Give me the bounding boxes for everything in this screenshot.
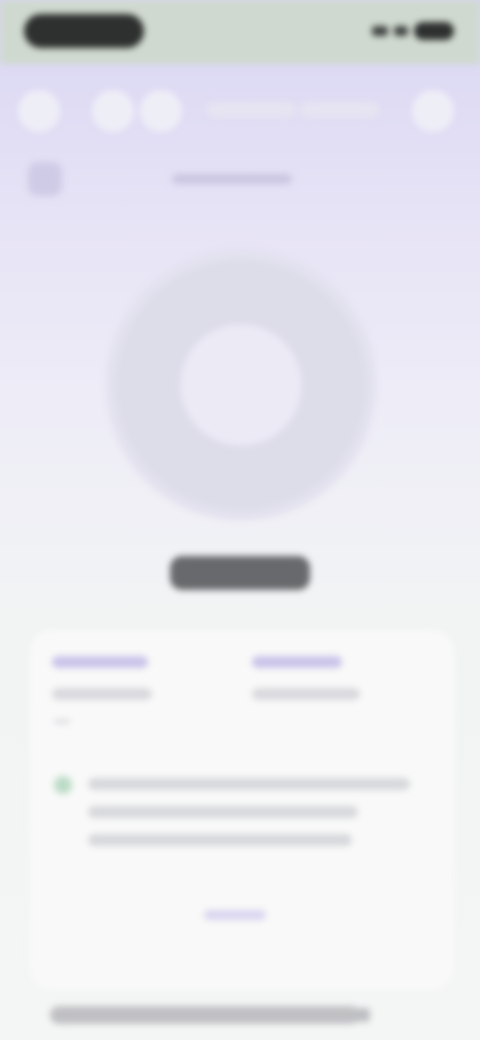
battery-icon (414, 22, 454, 40)
chevron-right-icon (356, 1008, 370, 1022)
status-time-pill (24, 14, 144, 48)
left-stat-label (52, 656, 148, 668)
chevron-left-icon[interactable] (28, 162, 62, 196)
right-stat-value (252, 688, 360, 700)
info-dot-icon (54, 776, 72, 794)
top-control-3[interactable] (140, 90, 182, 132)
top-controls-row (0, 80, 480, 144)
right-stat-label (252, 656, 342, 668)
top-control-4[interactable] (412, 90, 454, 132)
description-line-1 (88, 778, 410, 790)
status-icons (368, 20, 454, 42)
description-line-3 (88, 834, 352, 846)
info-card (30, 630, 454, 990)
description-line-2 (88, 806, 358, 818)
wifi-icon (394, 26, 408, 36)
status-label (170, 556, 310, 590)
left-stat-dash (54, 720, 70, 723)
left-stat-value (52, 688, 152, 700)
page-title (172, 174, 292, 184)
top-control-pill-1[interactable] (206, 102, 296, 118)
header (0, 150, 480, 206)
top-control-pill-2[interactable] (300, 102, 380, 118)
blurred-screen (0, 0, 480, 1040)
status-bar (0, 0, 480, 64)
top-control-1[interactable] (18, 90, 60, 132)
top-control-2[interactable] (92, 90, 134, 132)
footer-text[interactable] (50, 1006, 360, 1024)
signal-icon (372, 26, 388, 36)
card-link[interactable] (204, 910, 266, 920)
status-donut-ring (106, 250, 376, 520)
